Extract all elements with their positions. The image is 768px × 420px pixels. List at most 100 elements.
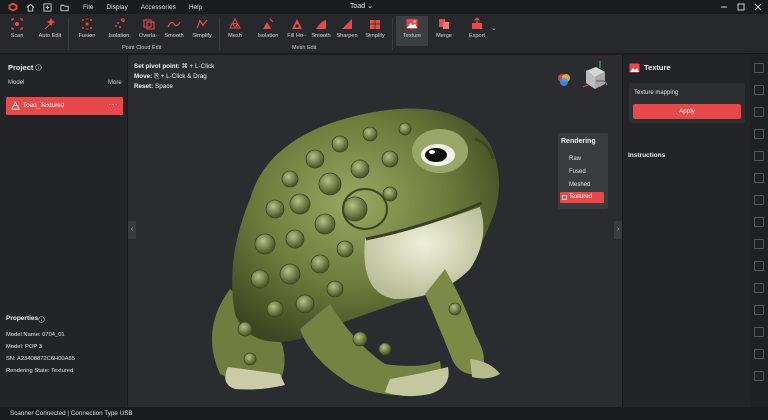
rendering-fused[interactable]: Fused: [569, 169, 586, 175]
prop-rendering-state: Rendering State: Textured: [6, 368, 74, 374]
project-panel: Project Model More Toad_Textured ··· Pro…: [0, 55, 128, 407]
auto-edit-icon: [44, 17, 56, 30]
tool-slot-icon[interactable]: [754, 283, 764, 293]
point-cloud-group-label: Point Cloud Edit: [122, 45, 162, 51]
toad-3d-model[interactable]: [190, 89, 530, 405]
column-more: More: [108, 80, 122, 86]
project-title: Project: [8, 63, 34, 72]
tool-slot-icon[interactable]: [754, 107, 764, 117]
menu-help[interactable]: Help: [189, 4, 202, 11]
menu-accessories[interactable]: Accessories: [141, 4, 176, 11]
prop-model: Model: POP 3: [6, 344, 42, 350]
prop-sn: SN: A23408872C6H00A85: [6, 356, 75, 362]
more-dots-icon[interactable]: ···: [109, 100, 119, 109]
app-logo-icon[interactable]: [8, 2, 18, 12]
rendering-title: Rendering: [561, 138, 596, 145]
prop-model-name: Model Name: 0704_01: [6, 332, 65, 338]
texture-mapping-box: Texture mapping Apply: [629, 83, 745, 123]
smooth-mesh-button[interactable]: Smooth: [310, 16, 332, 43]
title-bar: File Display Accessories Help Toad ⌄: [0, 0, 768, 14]
separator: [219, 18, 220, 50]
minimize-icon[interactable]: [718, 1, 730, 13]
tool-slot-icon[interactable]: [754, 195, 764, 205]
model-item-toad[interactable]: Toad_Textured ···: [6, 97, 123, 115]
toolbar: Scan Auto Edit Fusion Isolation Overla··…: [0, 14, 768, 54]
tool-slot-icon[interactable]: [754, 349, 764, 359]
fusion-icon: [82, 18, 92, 30]
close-icon[interactable]: [752, 1, 764, 13]
isolation-pc-button[interactable]: Isolation: [105, 16, 133, 43]
column-model: Model: [8, 80, 25, 86]
tool-slot-icon[interactable]: [754, 217, 764, 227]
3d-viewport[interactable]: Set pivot point: ⌘ + L-Click Move: ⎘ + L…: [128, 55, 622, 407]
mesh-group-label: Mesh Edit: [292, 45, 317, 51]
separator: [392, 18, 393, 50]
menu-bar: File Display Accessories Help: [83, 4, 215, 11]
chevron-down-icon[interactable]: ⌄: [367, 3, 373, 10]
rendering-panel: Rendering Raw Fused Meshed Textured: [558, 133, 608, 209]
fill-holes-icon: [292, 19, 302, 29]
color-wheel-icon[interactable]: [556, 72, 572, 88]
tool-slot-icon[interactable]: [754, 173, 764, 183]
tool-slot-icon[interactable]: [754, 239, 764, 249]
merge-button[interactable]: Merge: [432, 16, 456, 43]
fusion-button[interactable]: Fusion: [74, 16, 100, 43]
menu-display[interactable]: Display: [106, 4, 127, 11]
side-tool-strip: [750, 55, 768, 407]
axis-cube-icon[interactable]: FRONT: [580, 59, 608, 93]
connection-status: Scanner Connected | Connection Type USB: [10, 410, 133, 417]
tool-slot-icon[interactable]: [754, 327, 764, 337]
model-name-label: Toad_Textured: [23, 102, 65, 109]
menu-file[interactable]: File: [83, 4, 93, 11]
mesh-icon: [229, 17, 241, 30]
home-icon[interactable]: [26, 3, 35, 12]
tool-slot-icon[interactable]: [754, 129, 764, 139]
texture-button[interactable]: Texture: [396, 16, 428, 46]
rendering-meshed[interactable]: Meshed: [569, 182, 590, 188]
simplify-mesh-icon: [370, 20, 380, 29]
sharpen-icon: [342, 19, 352, 29]
tool-slot-icon[interactable]: [754, 85, 764, 95]
apply-button[interactable]: Apply: [633, 104, 741, 119]
smooth-icon: [167, 21, 181, 28]
maximize-icon[interactable]: [735, 1, 747, 13]
mesh-button[interactable]: Mesh: [225, 16, 245, 43]
info-icon[interactable]: [35, 64, 42, 71]
separator: [68, 18, 69, 50]
properties-title: Properties: [6, 315, 39, 322]
info-icon[interactable]: [38, 316, 45, 323]
tool-slot-icon[interactable]: [754, 261, 764, 271]
tool-slot-icon[interactable]: [754, 151, 764, 161]
smooth-pc-button[interactable]: Smooth: [163, 16, 185, 43]
simplify-mesh-button[interactable]: Simplify: [363, 16, 387, 43]
export-button[interactable]: Export: [464, 16, 490, 43]
folder-icon[interactable]: [60, 3, 69, 12]
texture-small-icon: [562, 195, 567, 200]
scan-button[interactable]: Scan: [5, 16, 29, 43]
scan-icon: [11, 18, 23, 30]
collapse-right-icon[interactable]: ›: [614, 221, 622, 239]
sharpen-button[interactable]: Sharpen: [335, 16, 359, 43]
simplify-icon: [196, 19, 208, 29]
rendering-raw[interactable]: Raw: [569, 156, 581, 162]
export-icon: [472, 17, 482, 29]
simplify-pc-button[interactable]: Simplify: [190, 16, 214, 43]
status-bar: Scanner Connected | Connection Type USB: [0, 407, 768, 420]
collapse-left-icon[interactable]: ‹: [128, 221, 136, 239]
tool-slot-icon[interactable]: [754, 305, 764, 315]
add-icon[interactable]: [43, 2, 52, 12]
texture-title: Texture: [644, 63, 671, 72]
isolation-mesh-button[interactable]: Isolation: [255, 16, 281, 43]
overlap-button[interactable]: Overla··: [136, 16, 162, 43]
instructions-title: Instructions: [628, 152, 666, 159]
tool-slot-icon[interactable]: [754, 371, 764, 381]
hint-reset: Reset: Space: [134, 83, 173, 90]
fill-holes-button[interactable]: Fill Ho··: [284, 16, 310, 43]
tool-slot-icon[interactable]: [754, 63, 764, 73]
chevron-down-icon[interactable]: ⌄: [491, 24, 497, 32]
smooth-mesh-icon: [316, 20, 326, 29]
isolation-mesh-icon: [263, 18, 274, 29]
auto-edit-button[interactable]: Auto Edit: [36, 16, 64, 43]
window-title[interactable]: Toad ⌄: [350, 2, 373, 10]
rendering-textured[interactable]: Textured: [560, 192, 604, 203]
